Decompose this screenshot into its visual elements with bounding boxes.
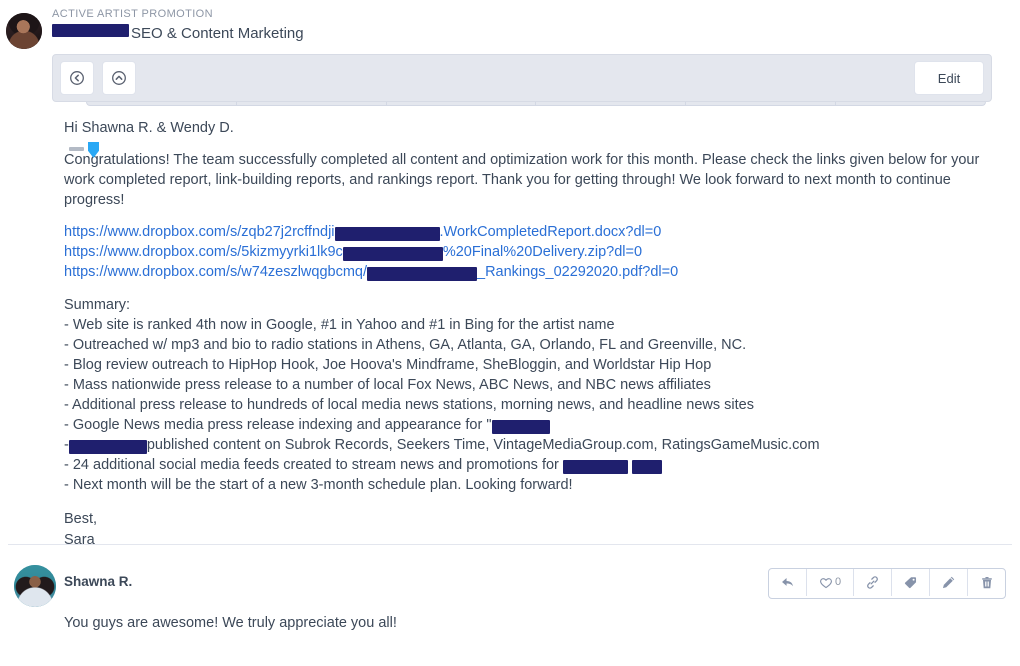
summary-item: - Google News media press release indexi… [64, 415, 984, 435]
commenter-avatar-photo [14, 565, 56, 607]
summary-item: - Web site is ranked 4th now in Google, … [64, 315, 984, 335]
summary-item: - Additional press release to hundreds o… [64, 395, 984, 415]
back-button[interactable] [60, 61, 94, 95]
link-suffix: .WorkCompletedReport.docx?dl=0 [439, 224, 662, 240]
redacted-client-name [52, 24, 129, 37]
summary-item: - Mass nationwide press release to a num… [64, 375, 984, 395]
section-divider [8, 544, 1012, 545]
redacted-link-segment [367, 267, 478, 282]
cursor-artifact-bar [69, 147, 84, 151]
link-suffix: _Rankings_02292020.pdf?dl=0 [477, 264, 679, 280]
link-icon [865, 575, 880, 590]
redacted-text [631, 460, 662, 475]
message-body: Hi Shawna R. & Wendy D. Congratulations!… [64, 118, 984, 551]
heart-icon [819, 576, 833, 590]
summary-item-text: - Web site is ranked 4th now in Google, … [64, 317, 615, 333]
summary-item-text: - Additional press release to hundreds o… [64, 397, 754, 413]
tag-button[interactable] [892, 569, 930, 596]
summary-block: Summary: - Web site is ranked 4th now in… [64, 295, 984, 495]
summary-item: - published content on Subrok Records, Se… [64, 435, 984, 455]
collapse-button[interactable] [102, 61, 136, 95]
summary-item-text: - Google News media press release indexi… [64, 417, 492, 433]
edit-comment-button[interactable] [930, 569, 968, 596]
edit-button[interactable]: Edit [914, 61, 984, 95]
like-button[interactable]: 0 [807, 569, 854, 596]
editor-toolbar: Edit [52, 54, 992, 102]
summary-heading: Summary: [64, 297, 131, 313]
link-prefix: https://www.dropbox.com/s/w74zeszlwqgbcm… [64, 264, 368, 280]
like-count: 0 [834, 576, 842, 588]
link-prefix: https://www.dropbox.com/s/5kizmyyrki1lk9… [64, 244, 343, 260]
dropbox-link[interactable]: https://www.dropbox.com/s/zqb27j2rcffndj… [64, 222, 984, 242]
delete-comment-button[interactable] [968, 569, 1005, 596]
redacted-text [491, 420, 550, 435]
summary-item: - 24 additional social media feeds creat… [64, 455, 984, 475]
tag-icon [903, 575, 918, 590]
dropbox-links: https://www.dropbox.com/s/zqb27j2rcffndj… [64, 222, 984, 282]
redacted-text [562, 460, 628, 475]
cursor-artifact [69, 142, 103, 158]
comment-action-bar: 0 [768, 568, 1006, 599]
comment-text: You guys are awesome! We truly appreciat… [64, 615, 397, 631]
circle-chevron-up-icon [112, 71, 126, 85]
link-prefix: https://www.dropbox.com/s/zqb27j2rcffndj… [64, 224, 335, 240]
dropbox-link[interactable]: https://www.dropbox.com/s/5kizmyyrki1lk9… [64, 242, 984, 262]
summary-item-text: - Outreached w/ mp3 and bio to radio sta… [64, 337, 747, 353]
reply-arrow-icon [780, 575, 795, 590]
summary-item-text: - Mass nationwide press release to a num… [64, 377, 711, 393]
page-title: SEO & Content Marketing [131, 25, 304, 42]
post-header: ACTIVE ARTIST PROMOTION SEO & Content Ma… [0, 0, 1020, 49]
redacted-link-segment [334, 227, 440, 242]
summary-item-text: - Next month will be the start of a new … [64, 477, 573, 493]
post-title-row: SEO & Content Marketing [52, 23, 1020, 45]
link-button[interactable] [854, 569, 892, 596]
summary-items: - Web site is ranked 4th now in Google, … [64, 315, 984, 495]
redacted-text [68, 440, 147, 455]
cursor-artifact-marker [88, 142, 99, 158]
summary-item: - Next month will be the start of a new … [64, 475, 984, 495]
summary-item-text: published content on Subrok Records, See… [146, 437, 820, 453]
link-suffix: %20Final%20Delivery.zip?dl=0 [442, 244, 643, 260]
dropbox-link[interactable]: https://www.dropbox.com/s/w74zeszlwqgbcm… [64, 262, 984, 282]
signature-name: Sara [64, 532, 95, 548]
summary-item-text: - 24 additional social media feeds creat… [64, 457, 563, 473]
message-paragraph: Congratulations! The team successfully c… [64, 152, 980, 208]
trash-icon [980, 576, 994, 590]
summary-item: - Blog review outreach to HipHop Hook, J… [64, 355, 984, 375]
post-header-text: ACTIVE ARTIST PROMOTION SEO & Content Ma… [52, 6, 1020, 45]
summary-item: - Outreached w/ mp3 and bio to radio sta… [64, 335, 984, 355]
greeting-text: Hi Shawna R. & Wendy D. [64, 120, 234, 136]
avatar-photo [6, 13, 42, 49]
comment-author-name: Shawna R. [64, 574, 133, 589]
pencil-icon [941, 575, 956, 590]
redacted-link-segment [342, 247, 443, 262]
reply-button[interactable] [769, 569, 807, 596]
summary-item-text: - Blog review outreach to HipHop Hook, J… [64, 357, 712, 373]
commenter-avatar [14, 565, 56, 607]
author-avatar [6, 13, 42, 49]
post-category-label: ACTIVE ARTIST PROMOTION [52, 8, 213, 20]
signoff-text: Best, [64, 511, 98, 527]
circle-chevron-left-icon [70, 71, 84, 85]
editor-toolbar-wrap: Edit [52, 54, 992, 158]
